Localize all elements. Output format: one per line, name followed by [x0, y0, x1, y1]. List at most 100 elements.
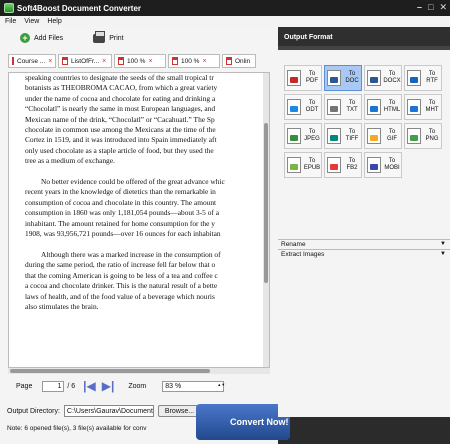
tab-label: ListOfFr... — [71, 57, 100, 65]
document-pane: + Add Files Print Course ... × ListOfFr.… — [0, 27, 290, 444]
maximize-icon[interactable]: □ — [428, 2, 433, 13]
chevron-down-icon: ▼ — [440, 251, 446, 257]
format-to-text: To — [348, 129, 356, 135]
menu-view[interactable]: View — [24, 18, 39, 25]
format-txt-button[interactable]: To TXT — [324, 94, 362, 120]
pdf-file-icon — [226, 57, 232, 65]
format-to-text: To — [388, 129, 396, 135]
browse-button[interactable]: Browse... — [157, 405, 202, 417]
format-html-button[interactable]: To HTML — [364, 94, 402, 120]
close-tab-icon[interactable]: × — [102, 58, 106, 65]
tab-file-4[interactable]: 100 % × — [168, 54, 220, 68]
tab-label: 100 % — [127, 57, 146, 65]
odt-icon — [287, 99, 301, 115]
close-icon[interactable]: ✕ — [439, 2, 447, 13]
tab-label: Course ... — [17, 57, 46, 65]
document-line: chocolate in common use among the Mexica… — [25, 125, 216, 135]
document-line: Mexican name of the drink, “Chocolatl” o… — [25, 114, 215, 124]
zoom-select[interactable]: 83 % — [162, 380, 225, 392]
format-to-text: To — [388, 71, 396, 77]
close-tab-icon[interactable]: × — [48, 58, 52, 65]
format-to-text: To — [308, 71, 316, 77]
menu-help[interactable]: Help — [47, 18, 61, 25]
jpeg-icon — [287, 128, 301, 144]
page-input[interactable]: 1 — [42, 380, 65, 392]
output-directory-input[interactable]: C:\Users\Gaurav\Documents\ — [63, 405, 154, 417]
pdf-file-icon — [118, 57, 124, 65]
document-line: also stimulates the brain. — [25, 301, 99, 311]
format-to-text: To — [308, 158, 316, 164]
format-tiff-button[interactable]: To TIFF — [324, 123, 362, 149]
close-tab-icon[interactable]: × — [148, 58, 152, 65]
format-name: PNG — [425, 136, 439, 142]
tab-file-3[interactable]: 100 % × — [114, 54, 166, 68]
format-name: TXT — [346, 107, 358, 113]
vertical-scrollbar[interactable] — [263, 73, 269, 367]
panel-header: Output Format — [278, 27, 450, 50]
format-doc-button[interactable]: To DOC — [324, 65, 362, 91]
output-bar: Output Directory: C:\Users\Gaurav\Docume… — [0, 400, 290, 444]
horizontal-scrollbar[interactable] — [8, 368, 270, 374]
menu-file[interactable]: File — [5, 18, 16, 25]
convert-now-button[interactable]: Convert Now! — [196, 404, 290, 440]
page-total: / 6 — [67, 382, 76, 390]
format-gif-button[interactable]: To GIF — [364, 123, 402, 149]
format-pdf-button[interactable]: To PDF — [284, 65, 322, 91]
format-docx-button[interactable]: To DOCX — [364, 65, 402, 91]
extract-images-label: Extract Images — [281, 251, 325, 258]
txt-icon — [327, 99, 341, 115]
close-tab-icon[interactable]: × — [202, 58, 206, 65]
format-rtf-button[interactable]: To RTF — [404, 65, 442, 91]
window-title: Soft4Boost Document Converter — [17, 3, 142, 13]
document-preview[interactable]: speaking countries to designate the seed… — [8, 72, 270, 368]
document-paragraph: No better evidence could be offered of t… — [25, 177, 269, 239]
app-icon — [4, 3, 14, 13]
print-button[interactable]: Print — [93, 30, 124, 43]
format-label: To MOBI — [383, 158, 401, 172]
pdf-file-icon — [12, 57, 14, 65]
rename-label: Rename — [281, 241, 306, 248]
document-line: that the coming American is going to be … — [25, 270, 218, 280]
format-name: JPEG — [304, 136, 320, 142]
tiff-icon — [327, 128, 341, 144]
format-name: MHT — [425, 107, 439, 113]
add-files-button[interactable]: + Add Files — [20, 33, 63, 43]
panel-title: Output Format — [284, 34, 333, 41]
format-fb2-button[interactable]: To FB2 — [324, 152, 362, 178]
document-line: Cortez in 1519, and it was introduced in… — [25, 135, 217, 145]
tab-course[interactable]: Course ... × — [8, 54, 56, 68]
document-line: inhabitant. The amount retained for home… — [25, 218, 215, 228]
extract-images-section[interactable]: Extract Images ▼ — [278, 249, 450, 259]
document-line: No better evidence could be offered of t… — [41, 177, 225, 187]
format-mobi-button[interactable]: To MOBI — [364, 152, 402, 178]
last-page-icon[interactable]: ▶| — [102, 379, 115, 393]
output-directory-label: Output Directory: — [7, 407, 60, 415]
status-note: Note: 6 opened file(s), 3 file(s) availa… — [7, 425, 147, 432]
tab-listoffr[interactable]: ListOfFr... × — [58, 54, 112, 68]
document-line: only used chocolate as a staple article … — [25, 145, 214, 155]
tab-online[interactable]: Onlin — [222, 54, 256, 68]
format-label: To TIFF — [343, 129, 361, 143]
first-page-icon[interactable]: |◀ — [83, 379, 96, 393]
output-format-panel: Output Format To PDF To DOC To DOCX To RTF To ODT… — [278, 27, 450, 417]
zoom-label: Zoom — [128, 382, 147, 390]
format-to-text: To — [388, 158, 396, 164]
format-label: To RTF — [423, 71, 441, 85]
rename-section[interactable]: Rename ▼ — [278, 239, 450, 249]
format-odt-button[interactable]: To ODT — [284, 94, 322, 120]
scroll-thumb[interactable] — [264, 123, 268, 283]
document-line: Although there was a marked increase in … — [41, 249, 221, 259]
format-epub-button[interactable]: To EPUB — [284, 152, 322, 178]
document-text: speaking countries to designate the seed… — [9, 73, 269, 312]
minimize-icon[interactable]: – — [417, 2, 422, 13]
scroll-thumb[interactable] — [10, 369, 210, 373]
document-paragraph: speaking countries to designate the seed… — [25, 73, 269, 167]
format-png-button[interactable]: To PNG — [404, 123, 442, 149]
print-label: Print — [109, 34, 124, 42]
format-to-text: To — [348, 100, 356, 106]
format-label: To DOC — [343, 71, 361, 85]
format-mht-button[interactable]: To MHT — [404, 94, 442, 120]
document-line: speaking countries to designate the seed… — [25, 73, 214, 82]
printer-icon — [93, 30, 106, 43]
format-jpeg-button[interactable]: To JPEG — [284, 123, 322, 149]
